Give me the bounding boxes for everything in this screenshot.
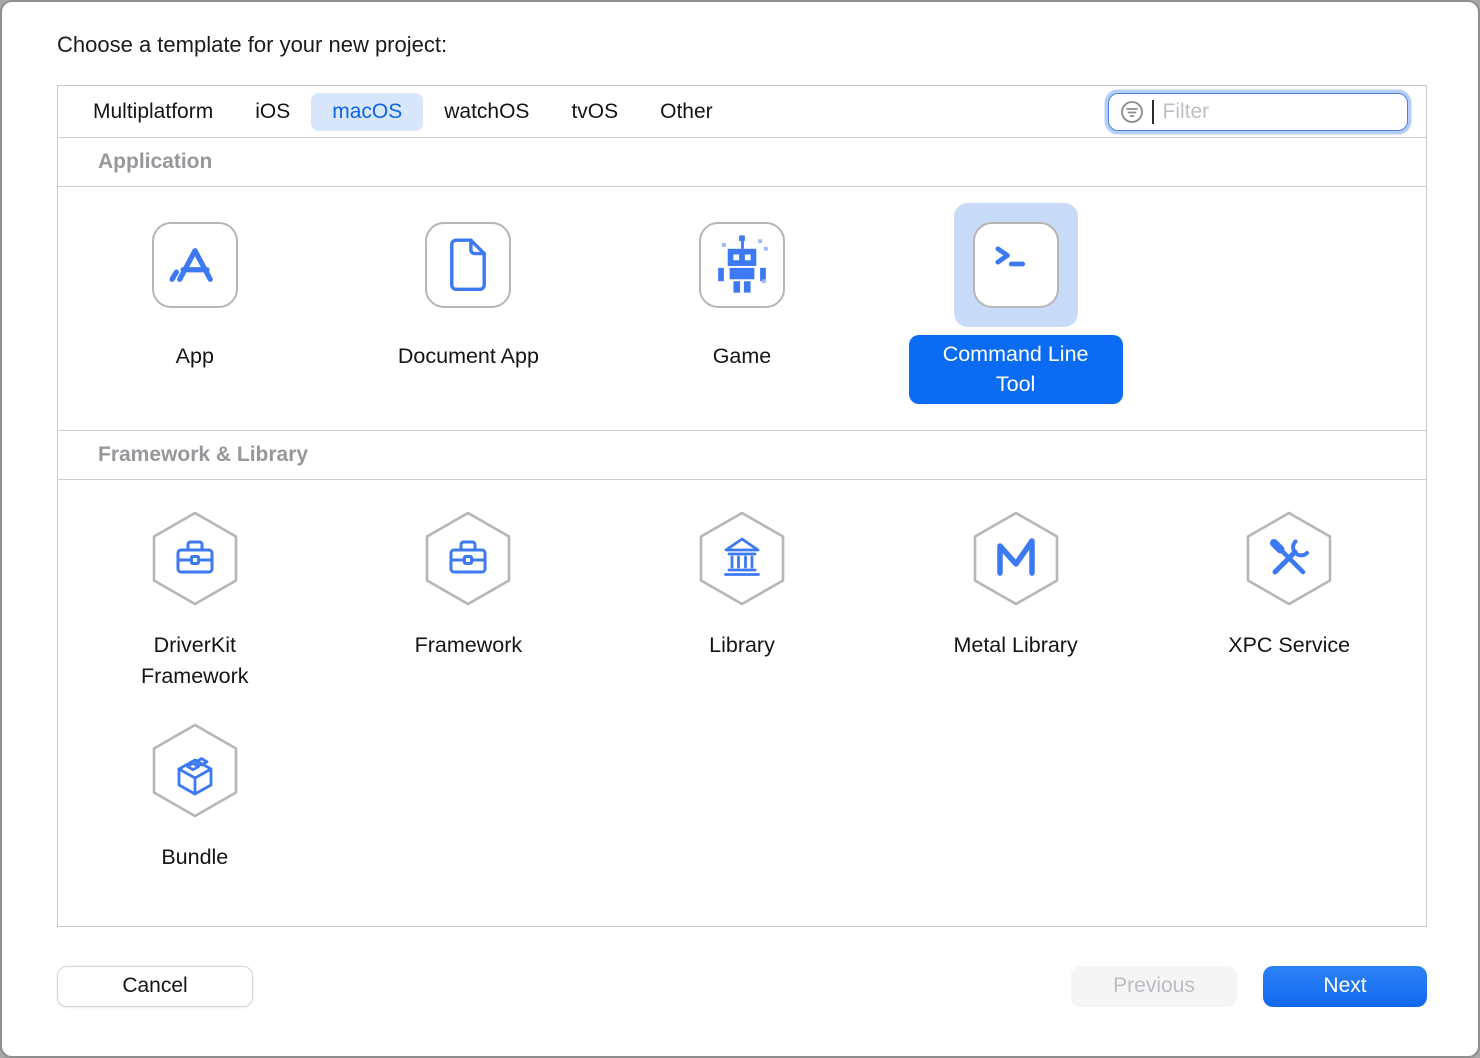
section-header-application: Application xyxy=(58,138,1426,187)
template-chooser-panel: Multiplatform iOS macOS watchOS tvOS Oth… xyxy=(57,85,1427,927)
document-icon xyxy=(425,222,511,308)
selected-template-highlight xyxy=(954,203,1078,327)
crossed-tools-hexagon-icon xyxy=(1227,508,1351,608)
template-label: XPC Service xyxy=(1228,630,1350,661)
template-item-game[interactable]: Game xyxy=(605,187,879,404)
template-label: Framework xyxy=(415,630,523,661)
template-item-metal-library[interactable]: Metal Library xyxy=(879,480,1153,692)
selected-template-label: Command Line Tool xyxy=(909,335,1123,404)
filter-icon xyxy=(1119,99,1145,125)
template-label: Library xyxy=(709,630,775,661)
section-header-framework-library: Framework & Library xyxy=(58,431,1426,480)
metal-hexagon-icon xyxy=(954,508,1078,608)
game-robot-icon xyxy=(699,222,785,308)
template-label: Metal Library xyxy=(953,630,1077,661)
template-label: Document App xyxy=(398,341,539,371)
briefcase-hexagon-icon xyxy=(133,508,257,608)
tab-tvos[interactable]: tvOS xyxy=(550,93,639,131)
template-item-library[interactable]: Library xyxy=(605,480,879,692)
tab-watchos[interactable]: watchOS xyxy=(423,93,550,131)
new-project-dialog: Choose a template for your new project: … xyxy=(0,0,1480,1058)
filter-input[interactable] xyxy=(1161,99,1398,125)
terminal-prompt-icon xyxy=(973,222,1059,308)
next-button[interactable]: Next xyxy=(1263,966,1427,1007)
template-label: DriverKit Framework xyxy=(115,630,275,692)
empty-grid-cell xyxy=(1152,187,1426,404)
template-label: Game xyxy=(713,341,772,371)
tab-other[interactable]: Other xyxy=(639,93,734,131)
framework-library-grid: DriverKit Framework Framework xyxy=(58,480,1426,926)
application-template-grid: App Document App xyxy=(58,187,1426,431)
template-item-document-app[interactable]: Document App xyxy=(332,187,606,404)
template-item-framework[interactable]: Framework xyxy=(332,480,606,692)
template-item-app[interactable]: App xyxy=(58,187,332,404)
tab-multiplatform[interactable]: Multiplatform xyxy=(72,93,234,131)
tab-ios[interactable]: iOS xyxy=(234,93,311,131)
app-store-icon xyxy=(152,222,238,308)
platform-tabbar: Multiplatform iOS macOS watchOS tvOS Oth… xyxy=(58,86,1426,138)
template-item-bundle[interactable]: Bundle xyxy=(58,692,332,873)
cancel-button[interactable]: Cancel xyxy=(57,966,253,1007)
template-item-xpc-service[interactable]: XPC Service xyxy=(1152,480,1426,692)
briefcase-hexagon-icon xyxy=(406,508,530,608)
tab-macos[interactable]: macOS xyxy=(311,93,423,131)
dialog-footer: Cancel Previous Next xyxy=(57,965,1427,1007)
lego-brick-hexagon-icon xyxy=(133,720,257,820)
dialog-title: Choose a template for your new project: xyxy=(57,32,447,58)
previous-button[interactable]: Previous xyxy=(1071,966,1237,1007)
template-label: App xyxy=(176,341,214,371)
template-item-command-line-tool[interactable]: Command Line Tool xyxy=(879,187,1153,404)
filter-field[interactable] xyxy=(1108,93,1408,131)
library-building-hexagon-icon xyxy=(680,508,804,608)
template-item-driverkit-framework[interactable]: DriverKit Framework xyxy=(58,480,332,692)
template-label: Bundle xyxy=(161,842,228,873)
text-caret xyxy=(1152,100,1154,124)
